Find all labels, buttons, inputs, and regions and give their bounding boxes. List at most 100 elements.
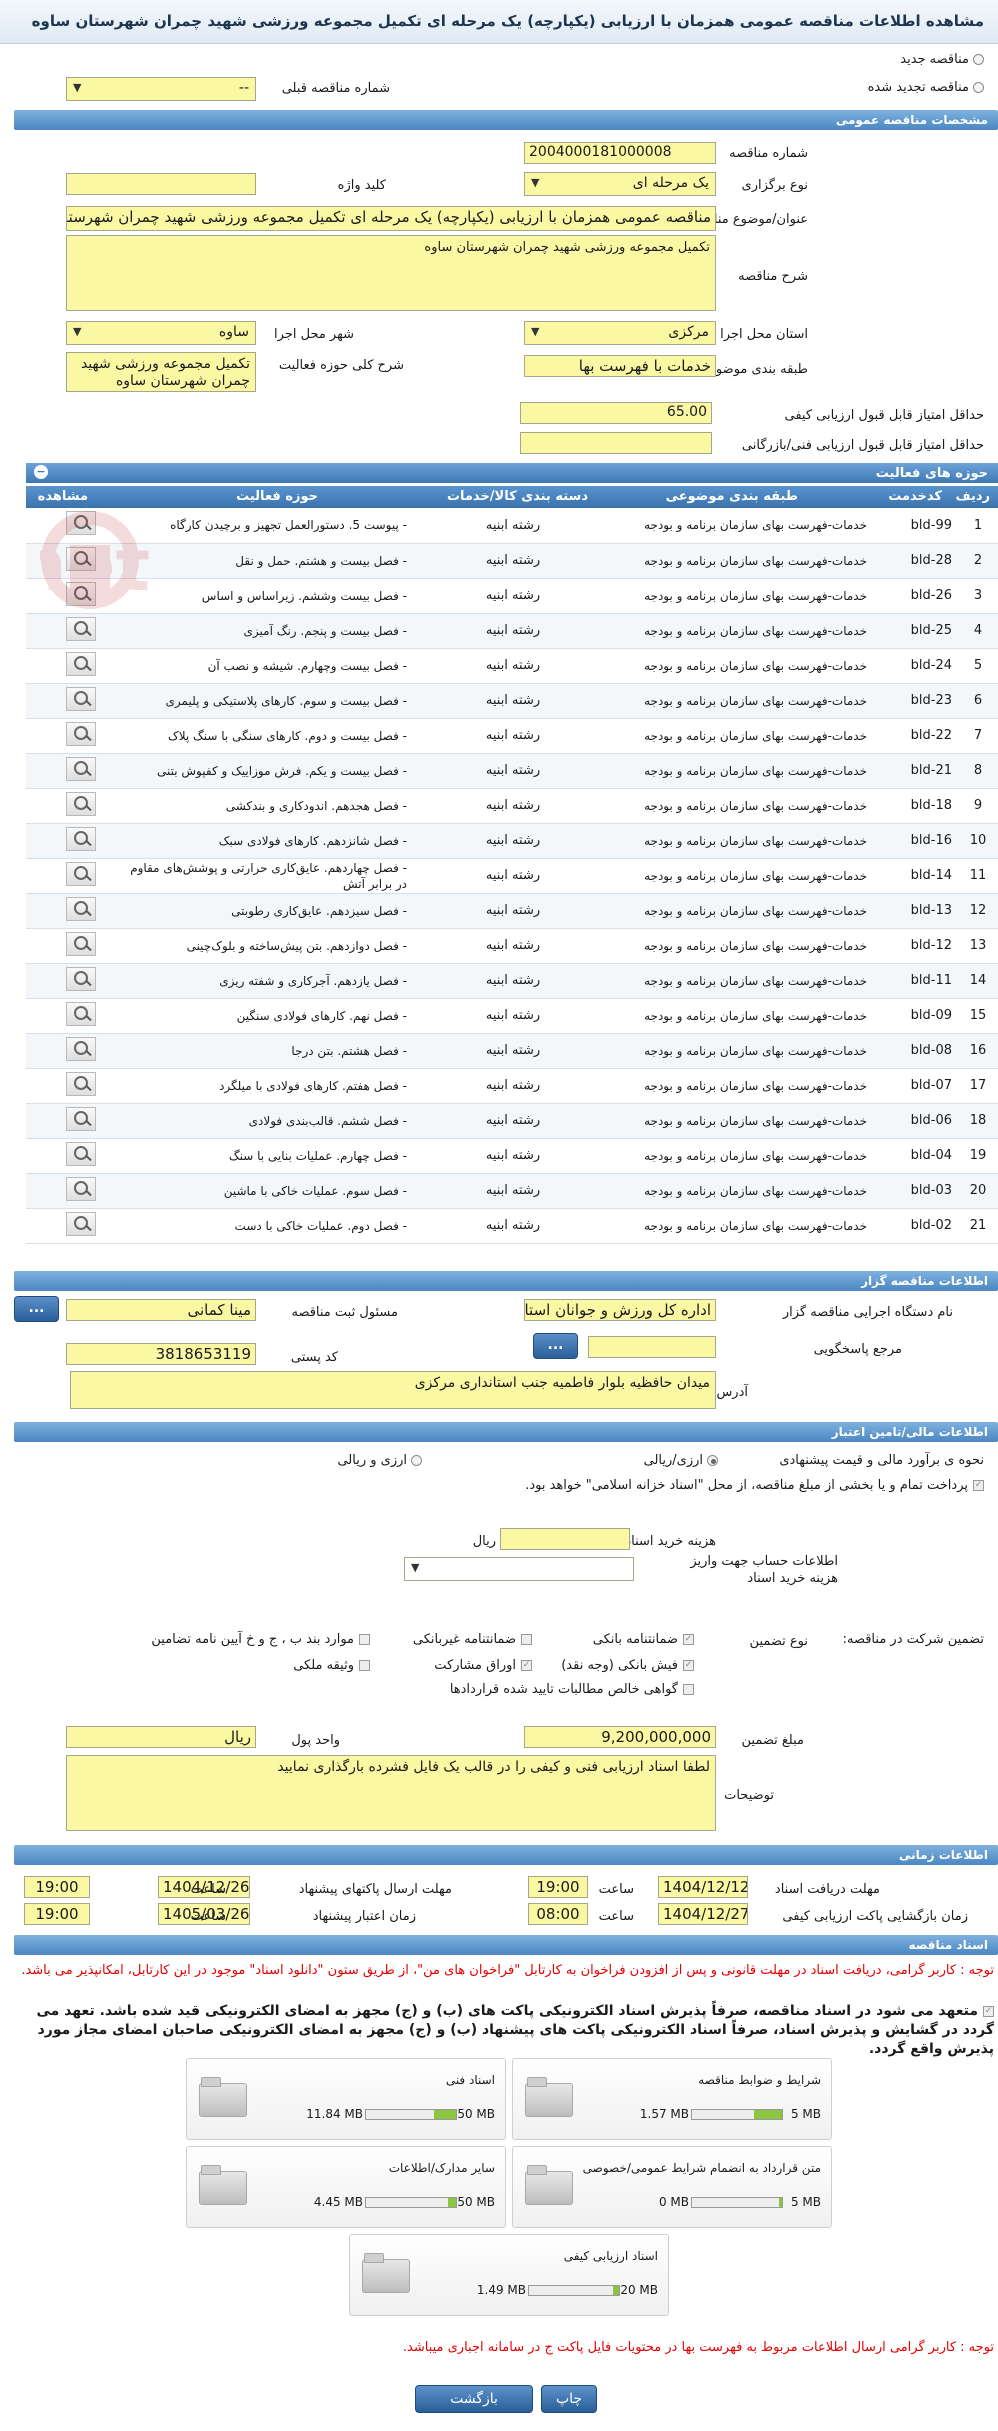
radio-fx-and-rial[interactable]: ارزی و ریالی [337, 1453, 422, 1468]
reference-lookup-button[interactable]: ... [533, 1333, 578, 1359]
tender-number-field[interactable]: 2004000181000008 [524, 142, 716, 164]
doc-file-box[interactable]: شرایط و ضوابط مناقصه 5 MB 1.57 MB [512, 2058, 832, 2140]
service-code: bld-13 [873, 893, 958, 929]
org-field[interactable]: اداره کل ورزش و جوانان استان مرکزی [524, 1299, 716, 1321]
address-field[interactable]: میدان حافظیه بلوار فاطمیه جنب استانداری … [70, 1371, 716, 1409]
magnifier-icon[interactable] [66, 1036, 96, 1061]
goods-category: رشته ابنیه [413, 1103, 613, 1139]
magnifier-icon[interactable] [66, 511, 96, 536]
magnifier-icon[interactable] [66, 1176, 96, 1201]
open-date-field[interactable]: 1404/12/27 [658, 1903, 748, 1925]
scope-field[interactable]: تکمیل مجموعه ورزشی شهید چمران شهرستان سا… [66, 352, 256, 392]
back-button[interactable]: بازگشت [415, 2385, 533, 2413]
radio-renewed-tender[interactable]: مناقصه تجدید شده [868, 80, 984, 95]
magnifier-icon[interactable] [66, 896, 96, 921]
magnifier-icon[interactable] [66, 581, 96, 606]
category-field[interactable]: خدمات با فهرست بها [524, 355, 716, 377]
receive-time-field[interactable]: 19:00 [528, 1876, 588, 1898]
validity-time-word: ساعت [190, 1909, 226, 1924]
service-code: bld-24 [873, 648, 958, 684]
prev-number-select[interactable]: -- ▼ [66, 77, 256, 101]
g-bonds-checkbox[interactable]: ✓اوراق مشارکت [434, 1658, 532, 1673]
send-time-field[interactable]: 19:00 [24, 1876, 90, 1898]
keyword-field[interactable] [66, 173, 256, 195]
magnifier-icon[interactable] [66, 1071, 96, 1096]
radio-rial-fx[interactable]: ارزی/ریالی [644, 1453, 718, 1468]
table-row: 20 bld-03 خدمات-فهرست بهای سازمان برنامه و… [26, 1173, 998, 1209]
validity-time-field[interactable]: 19:00 [24, 1903, 90, 1925]
reference-field[interactable] [588, 1336, 716, 1358]
g-items-checkbox[interactable]: موارد بند ب ، ج و خ آیین نامه تضامین [151, 1632, 370, 1647]
doc-file-size: 0 MB [658, 2195, 689, 2209]
goods-category: رشته ابنیه [413, 648, 613, 684]
city-select[interactable]: ساوه ▼ [66, 321, 256, 345]
responsible-field[interactable]: مینا کمانی [66, 1299, 256, 1321]
magnifier-icon[interactable] [66, 1001, 96, 1026]
subject-category: خدمات-فهرست بهای سازمان برنامه و بودجه [613, 963, 873, 999]
open-time-field[interactable]: 08:00 [528, 1903, 588, 1925]
print-button[interactable]: چاپ [541, 2385, 597, 2413]
view-cell [26, 753, 126, 789]
magnifier-icon[interactable] [66, 546, 96, 571]
row-number: 14 [958, 963, 998, 999]
responsible-lookup-button[interactable]: ... [14, 1296, 59, 1322]
docs-commit-checkbox[interactable]: ✓متعهد می شود در اسناد مناقصه، صرفاً پذی… [4, 2002, 994, 2059]
collapse-icon[interactable]: − [34, 465, 48, 479]
activity-field: - فصل بیست وچهارم. شیشه و نصب آن [126, 648, 413, 684]
scope-label: شرح کلی حوزه فعالیت [278, 358, 404, 373]
province-select[interactable]: مرکزی ▼ [524, 321, 716, 345]
magnifier-icon[interactable] [66, 931, 96, 956]
folder-icon [525, 2077, 573, 2117]
magnifier-icon[interactable] [66, 616, 96, 641]
magnifier-icon[interactable] [66, 651, 96, 676]
magnifier-icon[interactable] [66, 1106, 96, 1131]
send-label: مهلت ارسال پاکتهای پیشنهاد [298, 1882, 452, 1897]
subject-category: خدمات-فهرست بهای سازمان برنامه و بودجه [613, 1208, 873, 1244]
magnifier-icon[interactable] [66, 791, 96, 816]
doc-file-box[interactable]: متن قرارداد به انضمام شرایط عمومی/خصوصی 5… [512, 2146, 832, 2228]
notes-field[interactable]: لطفا اسناد ارزیابی فنی و کیفی را در قالب… [66, 1755, 716, 1831]
account-select[interactable]: ▼ [404, 1557, 634, 1581]
subject-category: خدمات-فهرست بهای سازمان برنامه و بودجه [613, 1103, 873, 1139]
doc-file-box[interactable]: سایر مدارک/اطلاعات 50 MB 4.45 MB [186, 2146, 506, 2228]
g-bank-checkbox[interactable]: ✓ضمانتنامه بانکی [593, 1632, 694, 1647]
postal-field[interactable]: 3818653119 [66, 1343, 256, 1365]
magnifier-icon[interactable] [66, 756, 96, 781]
min-quality-field[interactable]: 65.00 [520, 402, 712, 424]
magnifier-icon[interactable] [66, 1211, 96, 1236]
row-number: 1 [958, 508, 998, 544]
section-general-header: مشخصات مناقصه عمومی [14, 110, 998, 130]
g-property-checkbox[interactable]: وثیقه ملکی [293, 1658, 370, 1673]
magnifier-icon[interactable] [66, 686, 96, 711]
doc-cost-field[interactable] [500, 1528, 630, 1550]
treasury-checkbox[interactable]: ✓پرداخت تمام و یا بخشی از مبلغ مناقصه، ا… [494, 1477, 984, 1495]
g-claims-checkbox[interactable]: گواهی خالص مطالبات تایید شده قراردادها [450, 1682, 694, 1697]
amount-field[interactable]: 9,200,000,000 [524, 1726, 716, 1748]
magnifier-icon[interactable] [66, 966, 96, 991]
receive-date-field[interactable]: 1404/12/12 [658, 1876, 748, 1898]
doc-file-box[interactable]: اسناد ارزیابی کیفی 20 MB 1.49 MB [349, 2234, 669, 2316]
doc-file-box[interactable]: اسناد فنی 50 MB 11.84 MB [186, 2058, 506, 2140]
radio-new-tender[interactable]: مناقصه جدید [900, 52, 984, 67]
description-field[interactable]: تکمیل مجموعه ورزشی شهید چمران شهرستان سا… [66, 235, 716, 311]
magnifier-icon[interactable] [66, 826, 96, 851]
table-row: 3 bld-26 خدمات-فهرست بهای سازمان برنامه و … [26, 578, 998, 614]
currency-field[interactable]: ریال [66, 1726, 256, 1748]
goods-category: رشته ابنیه [413, 508, 613, 544]
magnifier-icon[interactable] [66, 861, 96, 886]
goods-category: رشته ابنیه [413, 963, 613, 999]
g-cash-checkbox[interactable]: ✓فیش بانکی (وجه نقد) [561, 1658, 694, 1673]
g-nonbank-checkbox[interactable]: ضمانتنامه غیربانکی [413, 1632, 532, 1647]
service-code: bld-12 [873, 928, 958, 964]
doc-file-progress-fill [779, 2198, 782, 2207]
holding-type-select[interactable]: یک مرحله ای ▼ [524, 172, 716, 196]
chevron-down-icon: ▼ [73, 325, 82, 338]
docs-download-note: توجه : کاربر گرامی، دریافت اسناد در مهلت… [21, 1963, 994, 1978]
min-tech-field[interactable] [520, 432, 712, 454]
row-number: 19 [958, 1138, 998, 1174]
magnifier-icon[interactable] [66, 1141, 96, 1166]
goods-category: رشته ابنیه [413, 1208, 613, 1244]
magnifier-icon[interactable] [66, 721, 96, 746]
subject-field[interactable]: مناقصه عمومی همزمان با ارزیابی (یکپارچه)… [66, 206, 716, 231]
row-number: 10 [958, 823, 998, 859]
